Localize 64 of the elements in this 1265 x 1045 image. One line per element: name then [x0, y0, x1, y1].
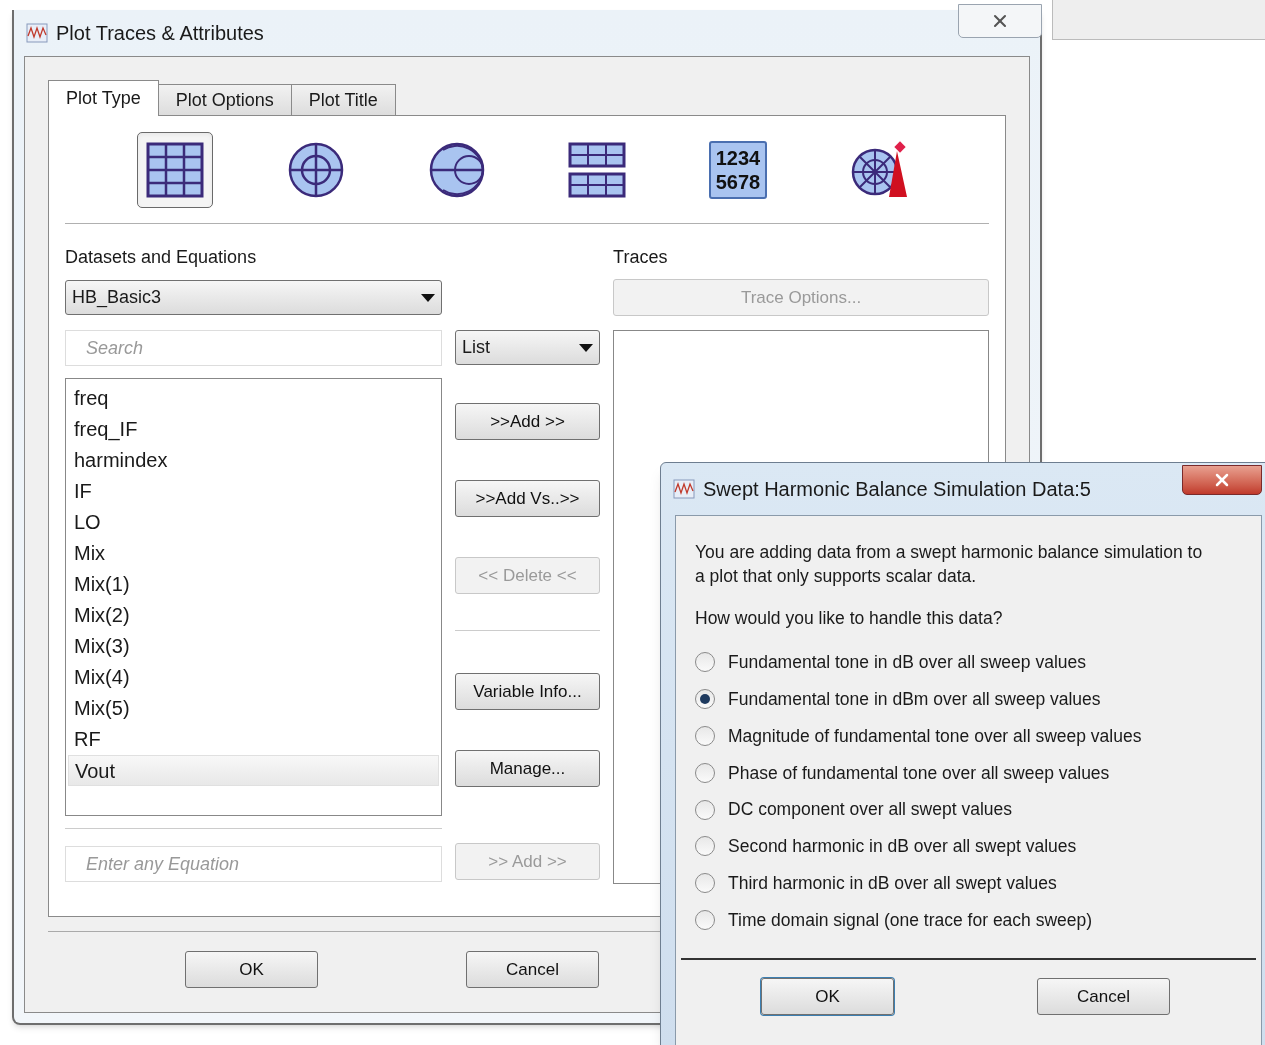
caret-icon	[579, 343, 594, 352]
tab[interactable]: Plot Options	[157, 84, 292, 115]
radio-option[interactable]: Third harmonic in dB over all swept values	[695, 864, 1242, 902]
radio-option[interactable]: Phase of fundamental tone over all sweep values	[695, 754, 1242, 792]
view-dropdown[interactable]: List	[454, 330, 601, 365]
action-button[interactable]: Manage...	[454, 750, 601, 787]
dialog-title: Swept Harmonic Balance Simulation Data:5	[703, 477, 1091, 502]
radio-option[interactable]: Time domain signal (one trace for each sweep)	[695, 901, 1242, 939]
radio-option[interactable]: Fundamental tone in dBm over all sweep values	[695, 680, 1242, 718]
dialog-button[interactable]: OK	[761, 978, 894, 1016]
plot-type-option[interactable]: 1234 5678	[699, 131, 776, 208]
radio-button[interactable]	[695, 873, 715, 894]
waveform-icon	[26, 23, 48, 43]
list-item[interactable]: Mix(2)	[68, 600, 439, 631]
dataset-dropdown[interactable]: HB_Basic3	[65, 280, 442, 315]
radio-button[interactable]	[695, 909, 715, 930]
list-item[interactable]: Mix(1)	[68, 569, 439, 600]
close-button[interactable]	[1182, 465, 1262, 495]
plot-type-option[interactable]	[137, 131, 214, 208]
tab[interactable]: Plot Type	[48, 80, 159, 116]
equation-field[interactable]: Enter any Equation	[65, 846, 442, 882]
radio-option[interactable]: Fundamental tone in dB over all sweep values	[695, 644, 1242, 681]
message-text: You are adding data from a swept harmonic balance simulation to a plot that only supports scalar data.	[695, 541, 1204, 588]
smith-chart-icon	[428, 141, 485, 198]
action-button[interactable]: >>Add Vs..>>	[454, 480, 601, 517]
close-button[interactable]	[958, 4, 1042, 38]
polar-target-icon	[288, 141, 344, 198]
datasets-label: Datasets and Equations	[65, 246, 258, 268]
table-icon	[568, 141, 627, 198]
action-button[interactable]: Variable Info...	[454, 673, 601, 710]
radio-button[interactable]	[695, 799, 715, 820]
radio-button[interactable]	[695, 726, 715, 746]
search-field[interactable]: Search	[65, 330, 442, 366]
list-item[interactable]: Mix(5)	[68, 693, 439, 724]
radio-button[interactable]	[695, 836, 715, 857]
list-item[interactable]: LO	[68, 507, 439, 538]
dialog-button[interactable]: Cancel	[466, 951, 599, 988]
tab[interactable]: Plot Title	[290, 84, 396, 115]
rectangular-grid-icon	[146, 141, 205, 198]
list-item[interactable]: freq_IF	[68, 414, 439, 445]
traces-label: Traces	[613, 246, 669, 268]
caret-icon	[420, 293, 435, 302]
waveform-icon	[673, 479, 695, 499]
list-item[interactable]: Mix	[68, 538, 439, 569]
list-item[interactable]: Mix(3)	[68, 631, 439, 662]
radio-option[interactable]: Magnitude of fundamental tone over all sweep values	[695, 717, 1242, 755]
radio-button[interactable]	[695, 652, 715, 673]
radio-button[interactable]	[695, 689, 715, 710]
list-item[interactable]: Mix(4)	[68, 662, 439, 693]
antenna-pattern-icon	[850, 140, 907, 199]
question-text: How would you like to handle this data?	[695, 607, 1004, 630]
list-item[interactable]: Vout	[68, 755, 439, 786]
radio-option[interactable]: DC component over all swept values	[695, 791, 1242, 828]
list-item[interactable]: harmindex	[68, 445, 439, 476]
numeric-display-icon: 1234 5678	[708, 140, 767, 199]
window-title: Plot Traces & Attributes	[56, 21, 264, 46]
list-item[interactable]: RF	[68, 724, 439, 755]
dialog-button[interactable]: OK	[185, 951, 318, 988]
radio-button[interactable]	[695, 762, 715, 783]
dialog-button[interactable]: Cancel	[1037, 978, 1170, 1016]
list-item[interactable]: IF	[68, 476, 439, 507]
list-item[interactable]: freq	[68, 383, 439, 414]
action-button[interactable]: >>Add >>	[454, 403, 601, 440]
radio-option[interactable]: Second harmonic in dB over all swept values	[695, 828, 1242, 865]
